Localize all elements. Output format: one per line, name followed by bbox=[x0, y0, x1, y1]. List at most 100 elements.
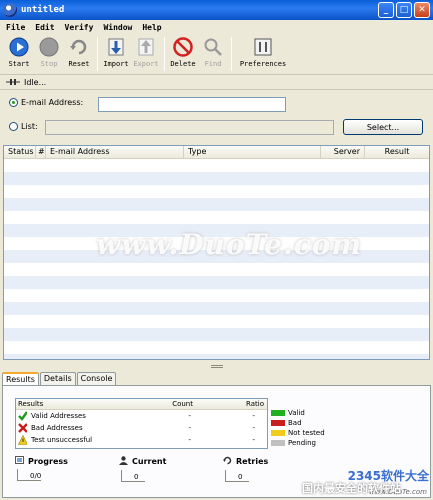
table-row bbox=[4, 341, 429, 354]
status-text: Idle... bbox=[24, 78, 47, 87]
email-input[interactable] bbox=[98, 97, 286, 112]
find-label: Find bbox=[204, 60, 222, 68]
import-icon bbox=[106, 37, 126, 57]
summary-count: - bbox=[188, 424, 191, 432]
import-label: Import bbox=[103, 60, 129, 68]
list-radio[interactable] bbox=[9, 122, 18, 131]
current-stat: Current 0 bbox=[119, 456, 166, 482]
summary-ratio: - bbox=[252, 424, 255, 432]
menu-window[interactable]: Window bbox=[103, 23, 132, 32]
summary-count: - bbox=[188, 436, 191, 444]
summary-label: Bad Addresses bbox=[31, 424, 83, 432]
column-email[interactable]: E-mail Address bbox=[46, 146, 184, 158]
import-button[interactable]: Import bbox=[101, 35, 131, 73]
summary-count: - bbox=[188, 412, 191, 420]
stop-button[interactable]: Stop bbox=[34, 35, 64, 73]
legend-swatch bbox=[271, 420, 285, 426]
app-icon bbox=[3, 3, 17, 17]
toolbar-separator bbox=[164, 37, 165, 71]
summary-row-unsuccessful: Test unsuccessful - - bbox=[16, 434, 267, 446]
x-icon bbox=[18, 423, 27, 433]
preferences-button[interactable]: Preferences bbox=[235, 35, 291, 73]
bottom-tabs: Results Details Console bbox=[2, 372, 117, 386]
legend-item: Not tested bbox=[271, 428, 325, 438]
legend-item: Bad bbox=[271, 418, 325, 428]
list-label: List: bbox=[21, 122, 38, 131]
table-row bbox=[4, 289, 429, 302]
column-result[interactable]: Result bbox=[365, 146, 429, 158]
legend-swatch bbox=[271, 440, 285, 446]
table-row bbox=[4, 354, 429, 359]
play-icon bbox=[9, 37, 29, 57]
summary-col-ratio: Ratio bbox=[246, 400, 264, 408]
stop-icon bbox=[39, 37, 59, 57]
table-row bbox=[4, 276, 429, 289]
preferences-icon bbox=[253, 37, 273, 57]
column-server[interactable]: Server bbox=[321, 146, 365, 158]
summary-col-count: Count bbox=[172, 400, 193, 408]
panel-splitter[interactable] bbox=[0, 362, 433, 370]
preferences-label: Preferences bbox=[239, 60, 287, 68]
summary-label: Test unsuccessful bbox=[31, 436, 93, 444]
column-index[interactable]: # bbox=[36, 146, 46, 158]
table-row bbox=[4, 172, 429, 185]
splitter-grip[interactable] bbox=[210, 364, 223, 368]
minimize-button[interactable]: _ bbox=[378, 2, 394, 18]
menu-bar: File Edit Verify Window Help bbox=[0, 20, 433, 35]
email-label: E-mail Address: bbox=[21, 98, 84, 107]
menu-edit[interactable]: Edit bbox=[35, 23, 54, 32]
column-status[interactable]: Status bbox=[4, 146, 36, 158]
list-input[interactable] bbox=[45, 120, 334, 135]
table-row bbox=[4, 315, 429, 328]
reset-label: Reset bbox=[68, 60, 90, 68]
window-title: untitled bbox=[21, 5, 65, 15]
table-row bbox=[4, 159, 429, 172]
legend-item: Valid bbox=[271, 408, 325, 418]
summary-col-results: Results bbox=[18, 400, 44, 408]
title-bar: untitled _ □ ✕ bbox=[0, 0, 433, 20]
maximize-button[interactable]: □ bbox=[396, 2, 412, 18]
tab-results[interactable]: Results bbox=[2, 372, 39, 386]
table-row bbox=[4, 185, 429, 198]
user-icon bbox=[119, 456, 128, 467]
table-row bbox=[4, 263, 429, 276]
warning-icon bbox=[18, 435, 27, 445]
summary-row-bad: Bad Addresses - - bbox=[16, 422, 267, 434]
summary-header: Results Count Ratio bbox=[16, 399, 267, 410]
toolbar-separator bbox=[97, 37, 98, 71]
tab-console[interactable]: Console bbox=[76, 372, 117, 385]
retry-icon bbox=[223, 456, 232, 467]
menu-file[interactable]: File bbox=[6, 23, 25, 32]
summary-ratio: - bbox=[252, 436, 255, 444]
table-row bbox=[4, 302, 429, 315]
find-button[interactable]: Find bbox=[198, 35, 228, 73]
delete-button[interactable]: Delete bbox=[168, 35, 198, 73]
menu-help[interactable]: Help bbox=[142, 23, 161, 32]
select-button[interactable]: Select... bbox=[343, 119, 423, 135]
progress-icon bbox=[15, 456, 24, 466]
export-button[interactable]: Export bbox=[131, 35, 161, 73]
watermark-text: www.DuoTe.com bbox=[96, 228, 363, 261]
retries-value: 0 bbox=[225, 470, 249, 482]
delete-icon bbox=[173, 37, 193, 57]
export-label: Export bbox=[133, 60, 159, 68]
progress-stat: Progress 0/0 bbox=[15, 456, 68, 481]
email-radio[interactable] bbox=[9, 98, 18, 107]
progress-value: 0/0 bbox=[17, 469, 41, 481]
check-icon bbox=[18, 411, 27, 421]
table-row bbox=[4, 211, 429, 224]
close-button[interactable]: ✕ bbox=[414, 2, 430, 18]
tab-details[interactable]: Details bbox=[39, 372, 76, 385]
watermark-site: 国内最安全的软件站 bbox=[302, 482, 401, 495]
start-button[interactable]: Start bbox=[4, 35, 34, 73]
list-option[interactable]: List: bbox=[9, 122, 38, 131]
reset-button[interactable]: Reset bbox=[64, 35, 94, 73]
summary-ratio: - bbox=[252, 412, 255, 420]
summary-label: Valid Addresses bbox=[31, 412, 86, 420]
legend-swatch bbox=[271, 410, 285, 416]
column-type[interactable]: Type bbox=[184, 146, 321, 158]
menu-verify[interactable]: Verify bbox=[65, 23, 94, 32]
table-row bbox=[4, 328, 429, 341]
retries-stat: Retries 0 bbox=[223, 456, 268, 482]
email-option[interactable]: E-mail Address: bbox=[9, 98, 83, 107]
